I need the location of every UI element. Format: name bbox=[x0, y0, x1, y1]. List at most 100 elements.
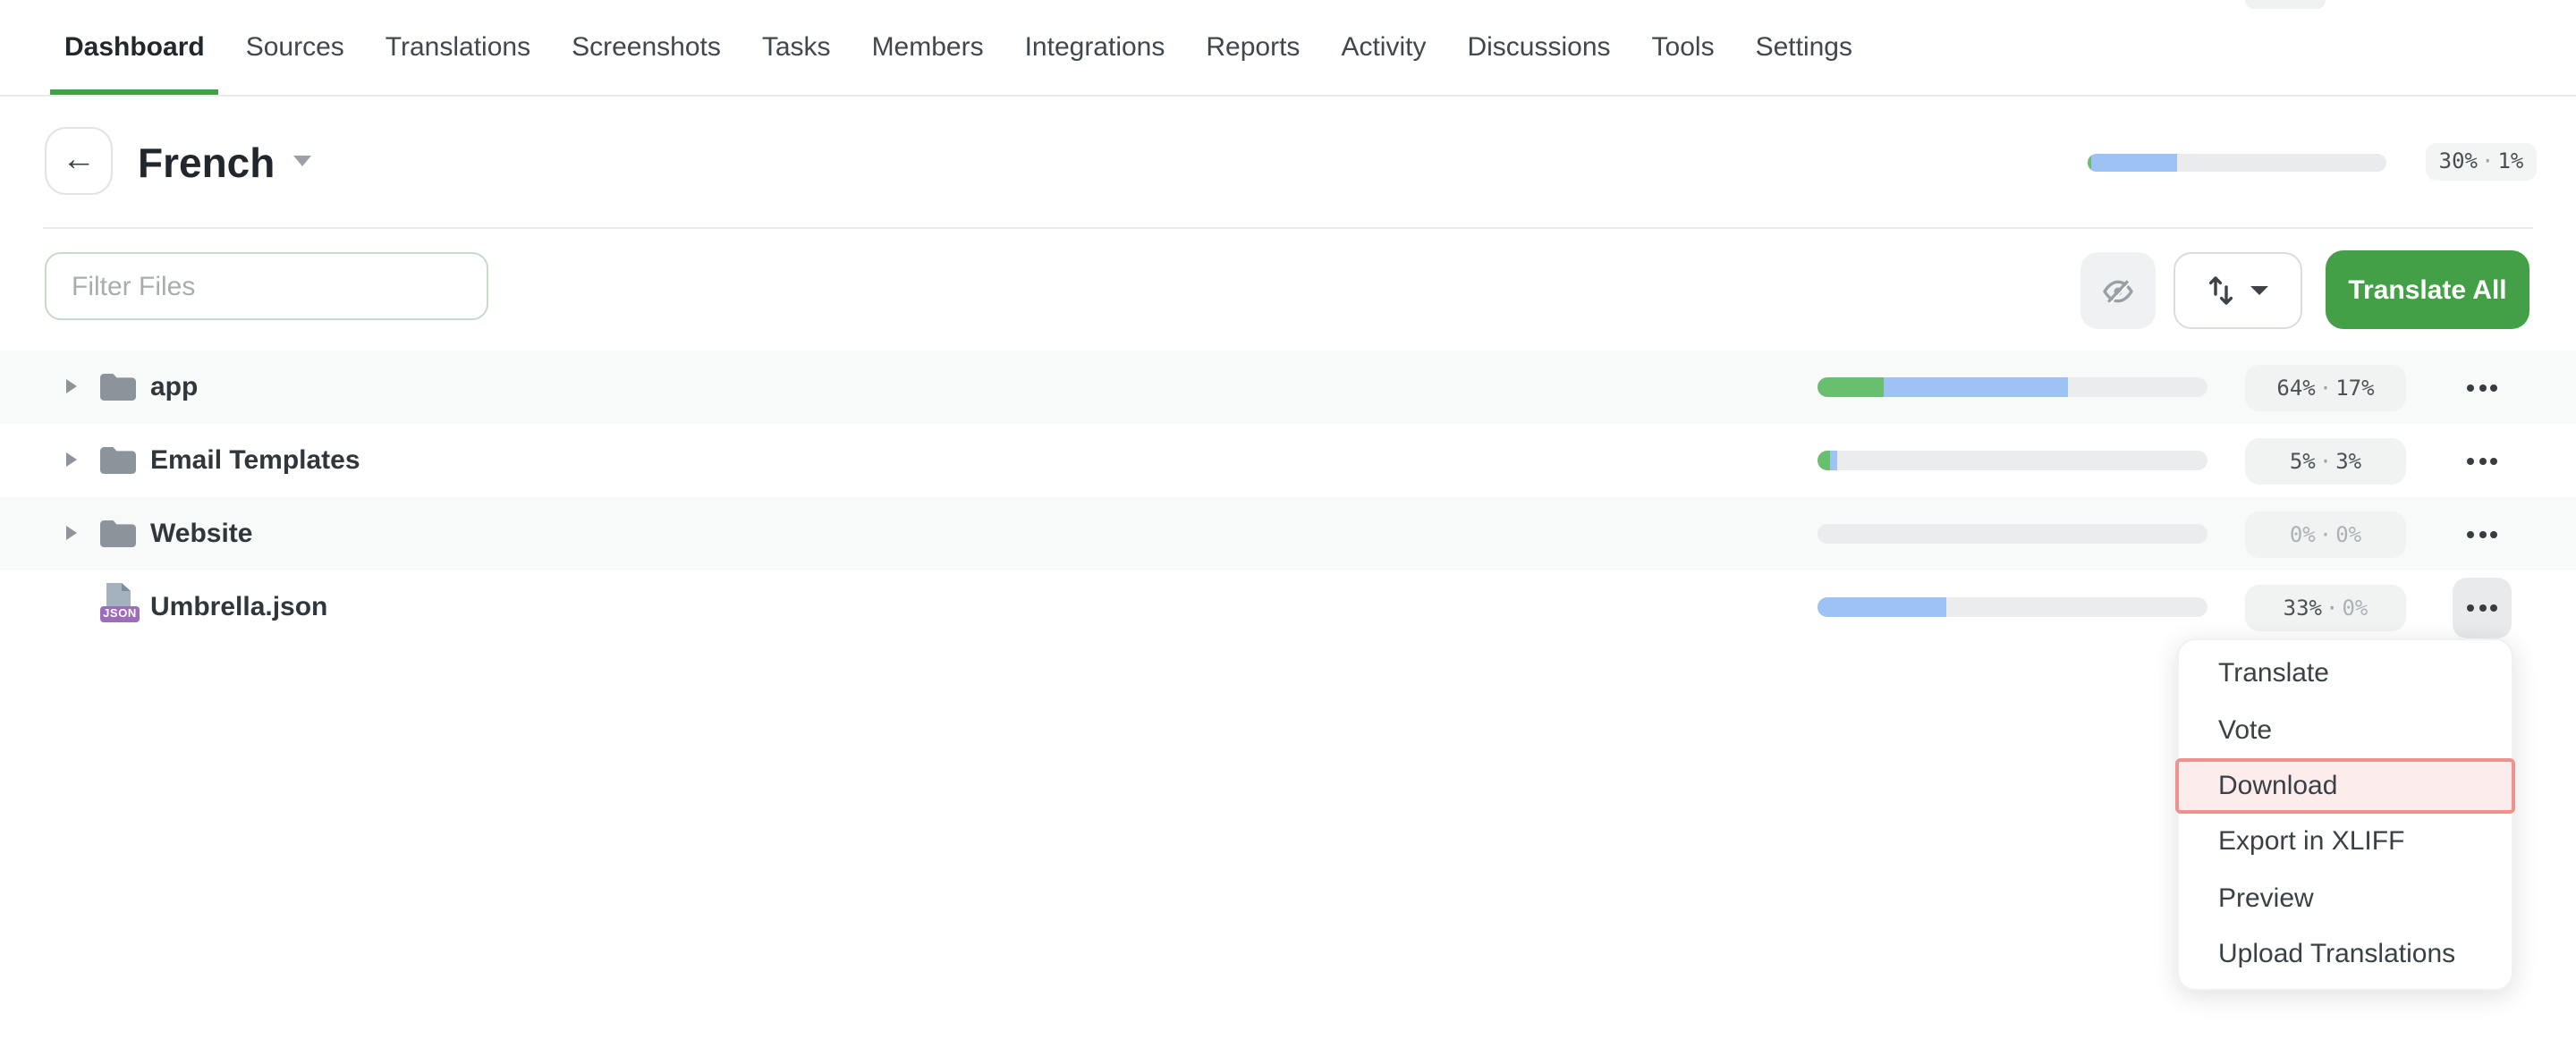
json-format-badge: JSON bbox=[100, 605, 140, 621]
tab-dashboard[interactable]: Dashboard bbox=[50, 0, 219, 95]
file-progress-bar bbox=[1818, 451, 2207, 470]
approved-percent: 0% bbox=[2342, 595, 2368, 620]
approved-percent: 3% bbox=[2335, 448, 2361, 473]
dot bbox=[2479, 457, 2486, 464]
language-progress-bar bbox=[2088, 154, 2386, 172]
file-progress-badge: 33%·0% bbox=[2245, 584, 2406, 630]
row-menu-button[interactable] bbox=[2453, 357, 2512, 418]
row-menu-button[interactable] bbox=[2453, 503, 2512, 564]
approved-percent: 0% bbox=[2335, 521, 2361, 546]
file-name[interactable]: app bbox=[150, 351, 198, 424]
file-name[interactable]: Website bbox=[150, 497, 253, 570]
file-row-email-templates[interactable]: Email Templates 5%·3% bbox=[0, 424, 2576, 497]
translated-percent: 64% bbox=[2276, 375, 2315, 400]
translated-progress-segment bbox=[1818, 597, 1946, 617]
menu-item-upload-translations[interactable]: Upload Translations bbox=[2179, 926, 2512, 983]
tab-tasks[interactable]: Tasks bbox=[748, 0, 845, 95]
approved-percent: 1% bbox=[2497, 148, 2523, 173]
dot bbox=[2467, 530, 2474, 537]
expand-caret-icon[interactable] bbox=[66, 452, 77, 467]
file-row-website[interactable]: Website 0%·0% bbox=[0, 497, 2576, 570]
file-progress-badge: 64%·17% bbox=[2245, 364, 2406, 410]
percent-separator: · bbox=[2316, 521, 2335, 546]
tab-settings[interactable]: Settings bbox=[1741, 0, 1867, 95]
page-title: French bbox=[138, 136, 275, 190]
translated-percent: 30% bbox=[2439, 148, 2478, 173]
tab-translations[interactable]: Translations bbox=[371, 0, 545, 95]
approved-progress-segment bbox=[1818, 451, 1829, 470]
dot bbox=[2490, 457, 2497, 464]
percent-separator: · bbox=[2316, 448, 2335, 473]
dot bbox=[2490, 530, 2497, 537]
language-switcher-caret-icon[interactable] bbox=[293, 156, 311, 166]
folder-icon bbox=[98, 519, 138, 549]
translate-all-button[interactable]: Translate All bbox=[2326, 250, 2529, 329]
translated-percent: 0% bbox=[2290, 521, 2316, 546]
folder-icon bbox=[98, 372, 138, 402]
menu-item-preview[interactable]: Preview bbox=[2179, 870, 2512, 926]
top-nav-list: Dashboard Sources Translations Screensho… bbox=[0, 0, 2576, 95]
row-menu-button-open[interactable] bbox=[2453, 577, 2512, 638]
file-row-umbrella-json[interactable]: JSON Umbrella.json 33%·0% bbox=[0, 570, 2576, 644]
tab-reports[interactable]: Reports bbox=[1191, 0, 1314, 95]
menu-item-download[interactable]: Download bbox=[2175, 758, 2515, 814]
menu-item-export-in-xliff[interactable]: Export in XLIFF bbox=[2179, 814, 2512, 870]
expand-caret-icon[interactable] bbox=[66, 526, 77, 540]
expand-caret-icon[interactable] bbox=[66, 379, 77, 393]
file-name[interactable]: Umbrella.json bbox=[150, 570, 327, 644]
translated-percent: 5% bbox=[2290, 448, 2316, 473]
back-button[interactable]: ← bbox=[45, 127, 113, 195]
language-progress-badge: 30%·1% bbox=[2426, 143, 2537, 181]
percent-separator: · bbox=[2478, 148, 2497, 173]
translated-progress-segment bbox=[1829, 451, 1837, 470]
file-context-menu: Translate Vote Download Export in XLIFF … bbox=[2177, 638, 2513, 990]
tab-tools[interactable]: Tools bbox=[1638, 0, 1729, 95]
tab-discussions[interactable]: Discussions bbox=[1453, 0, 1624, 95]
file-row-app[interactable]: app 64%·17% bbox=[0, 351, 2576, 424]
filter-files-field bbox=[45, 252, 488, 320]
back-arrow-icon: ← bbox=[62, 142, 96, 176]
menu-item-translate[interactable]: Translate bbox=[2179, 646, 2512, 702]
translated-progress-segment bbox=[1884, 377, 2067, 397]
dot bbox=[2467, 604, 2474, 611]
row-menu-button[interactable] bbox=[2453, 430, 2512, 491]
file-name[interactable]: Email Templates bbox=[150, 424, 360, 497]
file-progress-bar bbox=[1818, 597, 2207, 617]
file-progress-bar bbox=[1818, 524, 2207, 544]
dot bbox=[2479, 384, 2486, 391]
sort-caret-icon bbox=[2250, 286, 2268, 295]
file-progress-badge: 5%·3% bbox=[2245, 437, 2406, 484]
project-language-page: Dashboard Sources Translations Screensho… bbox=[0, 0, 2576, 1039]
eye-off-icon bbox=[2100, 273, 2136, 308]
tab-members[interactable]: Members bbox=[858, 0, 998, 95]
dot bbox=[2490, 384, 2497, 391]
dot bbox=[2467, 384, 2474, 391]
header-divider bbox=[43, 227, 2533, 229]
file-progress-bar bbox=[1818, 377, 2207, 397]
json-file-icon: JSON bbox=[100, 581, 143, 624]
toggle-hidden-files-button[interactable] bbox=[2080, 252, 2156, 329]
file-progress-badge: 0%·0% bbox=[2245, 511, 2406, 557]
dot bbox=[2479, 530, 2486, 537]
dot bbox=[2479, 604, 2486, 611]
folder-icon bbox=[98, 445, 138, 476]
tab-screenshots[interactable]: Screenshots bbox=[557, 0, 735, 95]
percent-separator: · bbox=[2316, 375, 2335, 400]
tab-integrations[interactable]: Integrations bbox=[1011, 0, 1180, 95]
translated-progress-segment bbox=[2090, 154, 2177, 172]
file-list: app 64%·17% Email Templates 5%·3% bbox=[0, 351, 2576, 644]
dot bbox=[2467, 457, 2474, 464]
approved-percent: 17% bbox=[2335, 375, 2374, 400]
sort-arrows-icon bbox=[2207, 275, 2234, 306]
tab-activity[interactable]: Activity bbox=[1326, 0, 1440, 95]
filter-files-input[interactable] bbox=[45, 252, 488, 320]
cropped-popover-remnant bbox=[2245, 0, 2326, 9]
dot bbox=[2490, 604, 2497, 611]
percent-separator: · bbox=[2322, 595, 2342, 620]
tab-sources[interactable]: Sources bbox=[232, 0, 359, 95]
sort-button[interactable] bbox=[2174, 252, 2302, 329]
approved-progress-segment bbox=[1818, 377, 1884, 397]
menu-item-vote[interactable]: Vote bbox=[2179, 702, 2512, 758]
translated-percent: 33% bbox=[2284, 595, 2322, 620]
top-nav: Dashboard Sources Translations Screensho… bbox=[0, 0, 2576, 97]
